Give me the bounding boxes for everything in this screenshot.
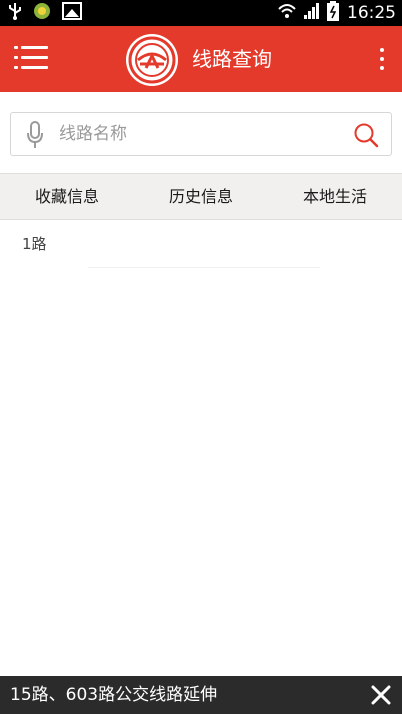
hamburger-menu-icon[interactable] [14,42,50,76]
page-title: 线路查询 [192,47,272,71]
search-icon[interactable] [353,122,379,148]
status-bar: 16:25 [0,0,402,26]
notice-banner[interactable]: 15路、603路公交线路延伸 [0,676,402,714]
bus-company-logo [126,34,178,86]
close-icon[interactable] [368,682,394,708]
status-left-icons [8,2,82,24]
search-input[interactable] [59,119,349,149]
usb-icon [8,1,22,25]
battery-icon [327,1,339,25]
route-label: 1路 [22,235,47,253]
status-right-icons: 16:25 [277,1,396,25]
list-item[interactable]: 1路 [0,221,402,268]
status-time: 16:25 [347,3,396,23]
tab-history[interactable]: 历史信息 [134,174,268,219]
divider [88,267,320,268]
tab-local-life[interactable]: 本地生活 [268,174,402,219]
notice-text: 15路、603路公交线路延伸 [10,685,218,705]
route-list: 1路 [0,221,402,268]
app-notification-icon [32,1,52,25]
microphone-icon[interactable] [25,121,45,149]
overflow-menu-icon[interactable] [372,42,392,76]
screenshot-icon [62,1,82,25]
wifi-icon [277,2,297,24]
search-box [10,112,392,156]
tab-favorites[interactable]: 收藏信息 [0,174,134,219]
signal-icon [303,2,321,24]
app-bar: 线路查询 [0,26,402,92]
tab-bar: 收藏信息 历史信息 本地生活 [0,173,402,220]
